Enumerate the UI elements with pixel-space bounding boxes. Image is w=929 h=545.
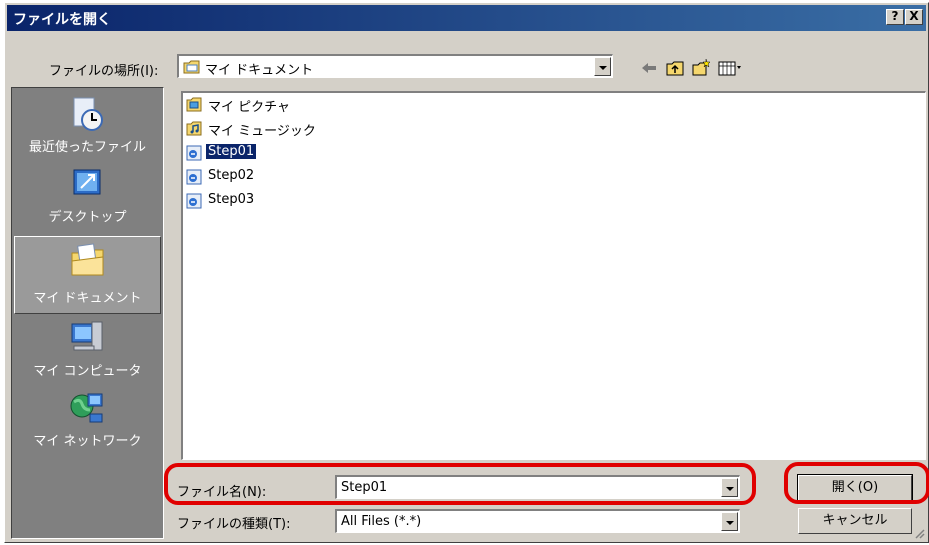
place-label: マイ コンピュータ [33,364,142,379]
highlight-ring-filename [164,463,756,505]
filetype-dropdown[interactable]: All Files (*.*) [335,509,740,533]
music-folder-icon [186,121,202,137]
my-documents-icon [69,243,107,279]
file-name: Step03 [208,192,255,207]
file-name: マイ ミュージック [208,124,316,139]
recent-icon [68,96,106,132]
chevron-down-icon[interactable] [721,512,738,531]
place-label: マイ ネットワーク [33,434,142,449]
location-value: マイ ドキュメント [205,63,314,78]
close-button[interactable]: X [905,9,923,25]
dialog-title: ファイルを開く [13,12,111,28]
place-my-computer[interactable]: マイ コンピュータ [14,314,161,386]
location-dropdown[interactable]: マイ ドキュメント [177,54,613,78]
project-file-icon [186,193,202,209]
resize-grip-icon[interactable] [913,527,925,539]
file-name: Step01 [204,143,258,160]
new-folder-icon[interactable] [691,58,711,78]
desktop-icon [68,166,106,202]
place-label: デスクトップ [48,210,127,225]
title-bar: ファイルを開く ? X [7,5,926,31]
filetype-label: ファイルの種類(T): [177,517,291,532]
file-name: マイ ピクチャ [208,100,291,115]
filetype-value: All Files (*.*) [341,514,422,529]
view-menu-icon[interactable] [717,58,743,78]
file-name: Step02 [208,168,255,183]
location-label: ファイルの場所(I): [49,64,159,79]
project-file-icon [186,169,202,185]
project-file-icon [186,145,202,161]
place-label: 最近使ったファイル [28,140,146,155]
folder-icon [183,59,201,75]
help-button[interactable]: ? [886,9,904,25]
cancel-button[interactable]: キャンセル [798,508,912,534]
place-network[interactable]: マイ ネットワーク [14,384,161,456]
place-recent[interactable]: 最近使ったファイル [14,90,161,162]
place-my-documents[interactable]: マイ ドキュメント [14,236,161,314]
place-desktop[interactable]: デスクトップ [14,160,161,232]
pictures-folder-icon [186,97,202,113]
place-label: マイ ドキュメント [33,291,142,306]
up-folder-icon[interactable] [665,58,685,78]
my-computer-icon [68,320,106,356]
open-file-dialog: ファイルを開く ? X ファイルの場所(I): マイ ドキュメント 最近使ったフ… [4,2,929,543]
file-list[interactable]: マイ ピクチャ マイ ミュージック Step01 Step02 Step03 [181,91,926,460]
places-bar: 最近使ったファイル デスクトップ マイ ドキュメント マイ コンピュータ マイ … [11,87,164,539]
highlight-ring-open [784,462,929,504]
network-icon [68,390,106,426]
back-icon[interactable] [639,58,659,78]
chevron-down-icon[interactable] [594,57,611,76]
